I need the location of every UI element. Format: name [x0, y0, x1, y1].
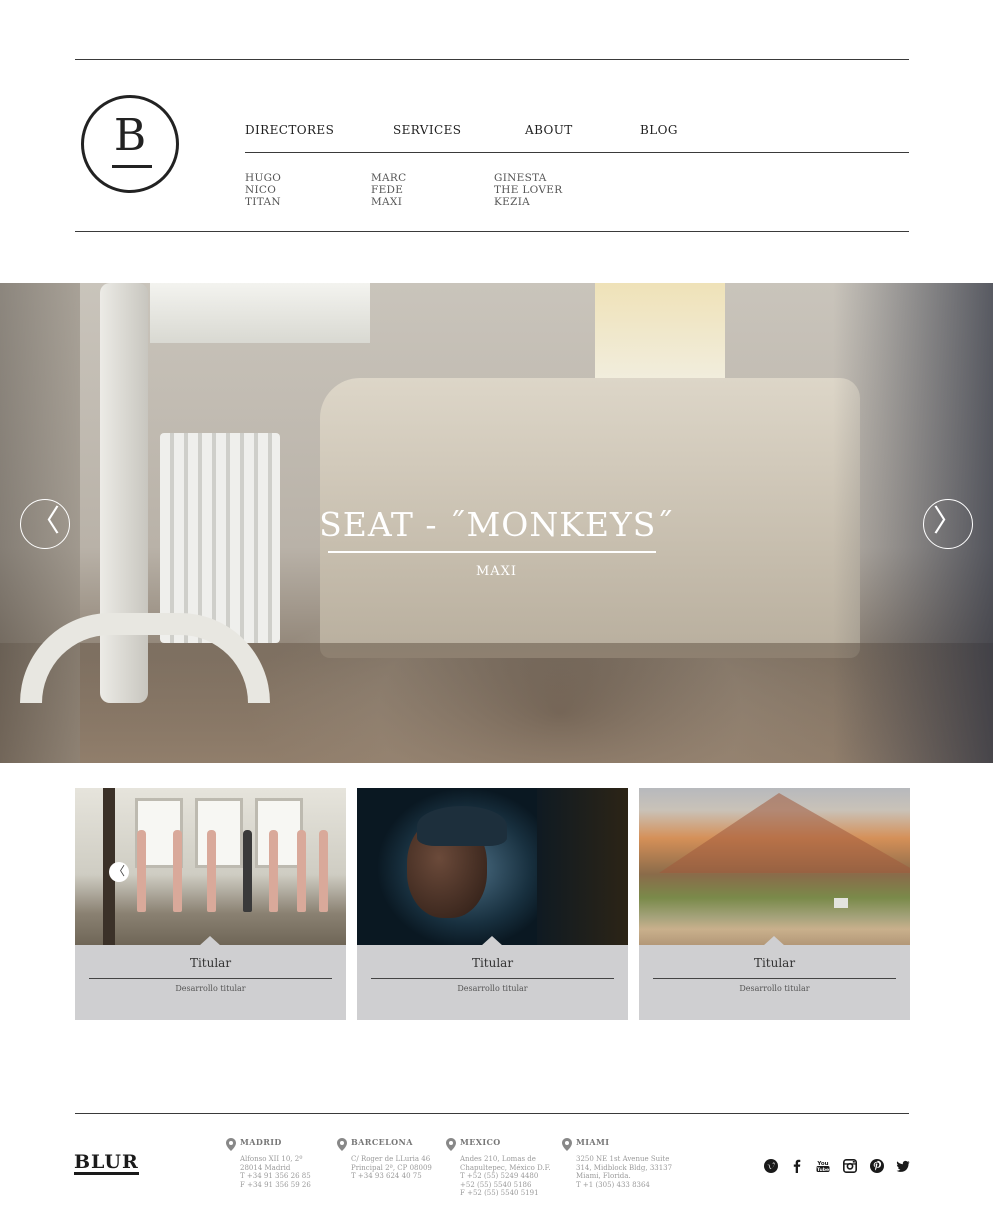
card-subtitle: Desarrollo titular — [175, 984, 246, 993]
thumb-window-frame — [537, 788, 628, 945]
card-thumbnail-ballet[interactable]: 〈 — [75, 788, 346, 945]
logo-letter: B — [113, 110, 147, 161]
office-city: MIAMI — [576, 1137, 610, 1147]
thumb-dancer — [207, 830, 216, 912]
card-subtitle: Desarrollo titular — [457, 984, 528, 993]
project-card[interactable]: Titular Desarrollo titular — [357, 788, 628, 1020]
director-link[interactable]: GINESTA — [494, 172, 562, 184]
office-address: C/ Roger de LLuria 46 Principal 2ª, CP 0… — [351, 1155, 432, 1180]
thumb-dancer — [319, 830, 328, 912]
location-pin-icon — [337, 1138, 347, 1151]
logo-b-badge[interactable]: B — [81, 95, 179, 193]
thumb-dancer — [297, 830, 306, 912]
project-card[interactable]: Titular Desarrollo titular — [639, 788, 910, 1020]
nav-item-about[interactable]: ABOUT — [525, 123, 573, 137]
card-divider — [653, 978, 896, 979]
office-city: BARCELONA — [351, 1137, 413, 1147]
thumb-mountain — [659, 793, 910, 873]
twitter-icon[interactable] — [896, 1159, 910, 1173]
director-link[interactable]: TITAN — [245, 196, 281, 208]
location-pin-icon — [562, 1138, 572, 1151]
card-title[interactable]: Titular — [639, 956, 910, 970]
nav-item-services[interactable]: SERVICES — [393, 123, 461, 137]
directors-column-3: GINESTA THE LOVER KEZIA — [494, 172, 562, 208]
location-pin-icon — [446, 1138, 456, 1151]
office-city: MEXICO — [460, 1137, 501, 1147]
logo-underline — [112, 165, 152, 168]
location-pin-icon — [226, 1138, 236, 1151]
youtube-icon[interactable]: You Tube — [815, 1159, 831, 1173]
nav-item-blog[interactable]: BLOG — [640, 123, 678, 137]
office-address: Andes 210, Lomas de Chapultepec, México … — [460, 1155, 551, 1197]
thumb-dancer — [269, 830, 278, 912]
director-link[interactable]: NICO — [245, 184, 281, 196]
office-city: MADRID — [240, 1137, 282, 1147]
project-card[interactable]: 〈 Titular Desarrollo titular — [75, 788, 346, 1020]
director-link[interactable]: MAXI — [371, 196, 406, 208]
thumb-dancer — [137, 830, 146, 912]
directors-column-2: MARC FEDE MAXI — [371, 172, 406, 208]
directors-column-1: HUGO NICO TITAN — [245, 172, 281, 208]
hero-title: SEAT - ˝MONKEYS˝ — [319, 505, 674, 544]
card-thumbnail-portrait[interactable] — [357, 788, 628, 945]
hero-director[interactable]: MAXI — [0, 564, 993, 579]
thumb-dancer — [173, 830, 182, 912]
thumb-cap — [417, 806, 507, 846]
card-title[interactable]: Titular — [357, 956, 628, 970]
director-link[interactable]: HUGO — [245, 172, 281, 184]
director-link[interactable]: THE LOVER — [494, 184, 562, 196]
card-notch — [481, 936, 503, 946]
hero-image-window — [150, 283, 370, 343]
facebook-icon[interactable] — [790, 1159, 804, 1173]
top-divider — [75, 59, 909, 60]
director-link[interactable]: FEDE — [371, 184, 406, 196]
header-bottom-divider — [75, 231, 909, 232]
office-address: 3250 NE 1st Avenue Suite 314, Midblock B… — [576, 1155, 673, 1189]
director-link[interactable]: MARC — [371, 172, 406, 184]
vimeo-icon[interactable] — [764, 1159, 778, 1173]
thumb-hut — [834, 898, 848, 908]
hero-slider[interactable]: 〈 〉 SEAT - ˝MONKEYS˝ MAXI — [0, 283, 993, 763]
footer-logo[interactable]: BLUR — [74, 1153, 139, 1175]
director-link[interactable]: KEZIA — [494, 196, 562, 208]
card-title[interactable]: Titular — [75, 956, 346, 970]
card-notch — [199, 936, 221, 946]
thumb-window — [255, 798, 303, 868]
instagram-icon[interactable] — [843, 1159, 857, 1173]
thumb-dancer — [243, 830, 252, 912]
card-notch — [763, 936, 785, 946]
nav-item-directores[interactable]: DIRECTORES — [245, 123, 334, 137]
office-address: Alfonso XII 10, 2º 28014 Madrid T +34 91… — [240, 1155, 311, 1189]
card-divider — [371, 978, 614, 979]
card-subtitle: Desarrollo titular — [739, 984, 810, 993]
nav-divider — [245, 152, 909, 153]
hero-title-underline — [328, 551, 656, 553]
footer-divider — [75, 1113, 909, 1114]
thumb-window — [195, 798, 243, 868]
pinterest-icon[interactable] — [870, 1159, 884, 1173]
card-prev-arrow-icon[interactable]: 〈 — [109, 862, 129, 882]
card-thumbnail-landscape[interactable] — [639, 788, 910, 945]
svg-text:Tube: Tube — [817, 1167, 829, 1173]
card-divider — [89, 978, 332, 979]
